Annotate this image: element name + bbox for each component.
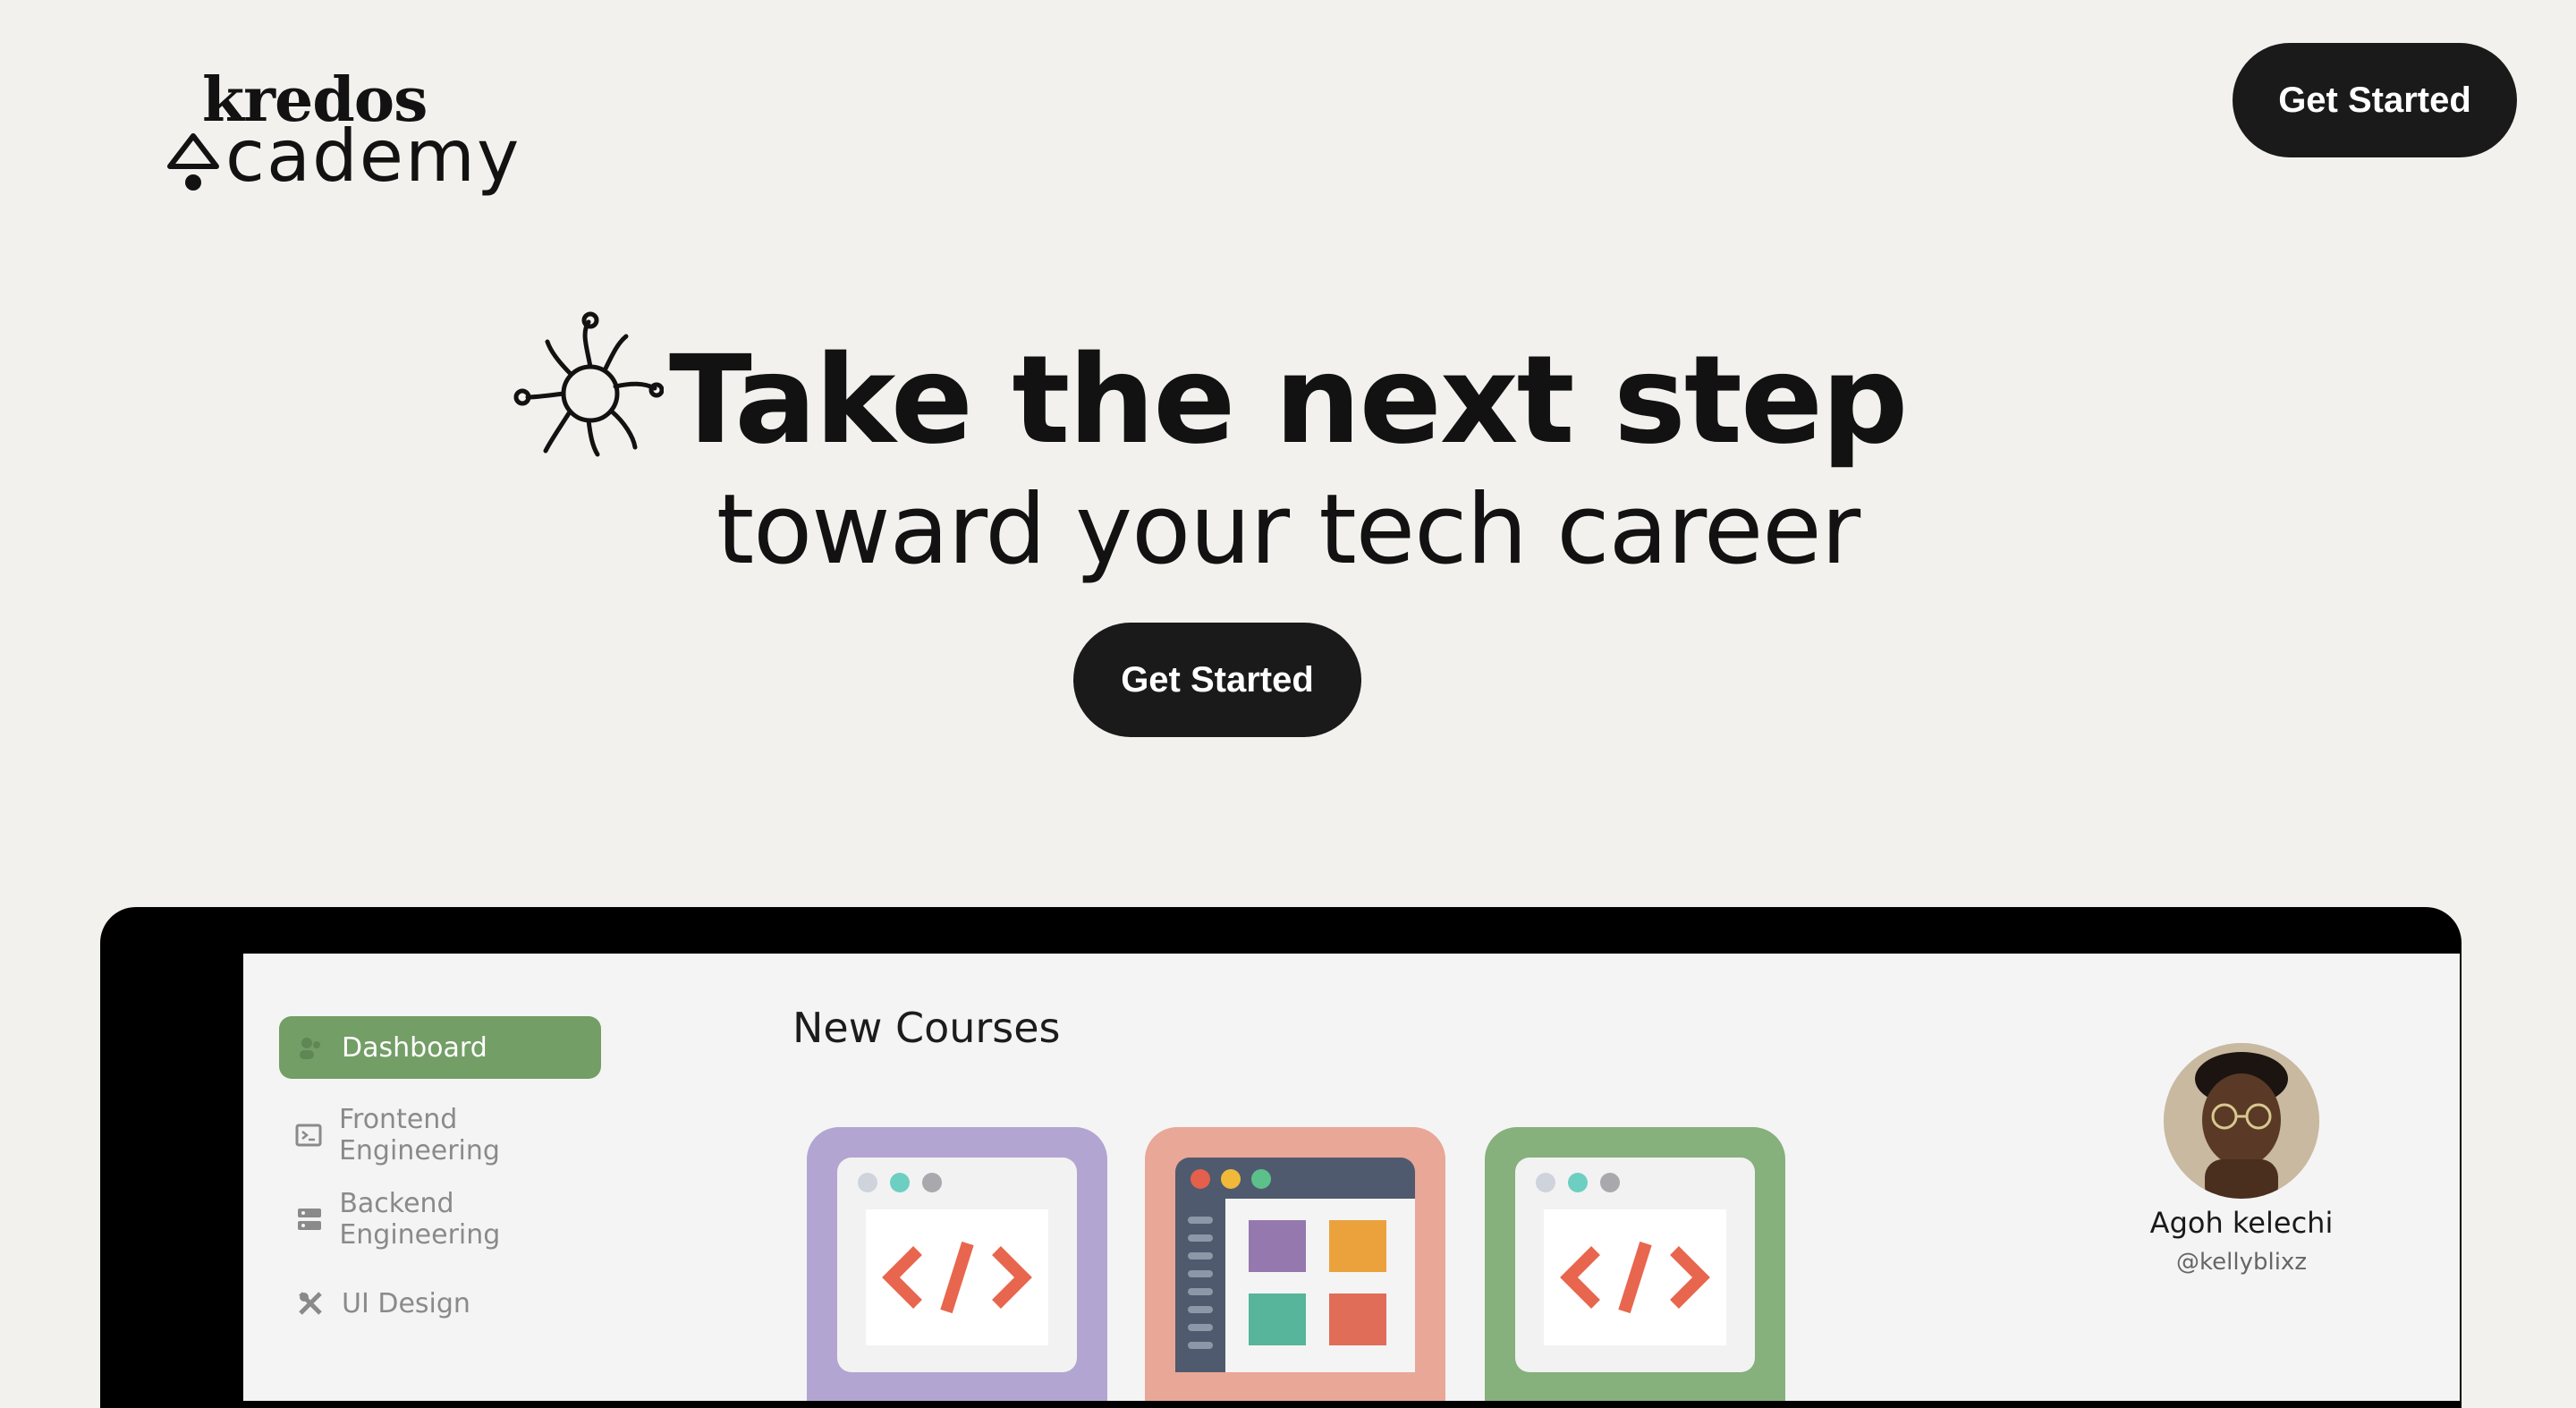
profile-name: Agoh kelechi bbox=[2149, 1206, 2334, 1240]
sidebar-item-frontend[interactable]: Frontend Engineering bbox=[279, 1104, 601, 1166]
server-icon bbox=[295, 1204, 323, 1234]
terminal-icon bbox=[295, 1120, 323, 1150]
brand-logo[interactable]: kredos cademy bbox=[165, 68, 519, 202]
layout-window-icon bbox=[1175, 1158, 1415, 1372]
logo-triangle-icon bbox=[167, 133, 219, 191]
code-window-icon bbox=[837, 1158, 1077, 1372]
dashboard-icon bbox=[295, 1032, 326, 1063]
sidebar-item-backend[interactable]: Backend Engineering bbox=[279, 1188, 601, 1251]
sidebar-item-label: Backend Engineering bbox=[339, 1188, 501, 1251]
course-card-code-2[interactable] bbox=[1485, 1127, 1785, 1401]
course-card-code-1[interactable] bbox=[807, 1127, 1107, 1401]
dashboard-preview: Dashboard Frontend Engineering Backend E… bbox=[243, 954, 2460, 1401]
sidebar-item-dashboard[interactable]: Dashboard bbox=[279, 1016, 601, 1079]
avatar[interactable] bbox=[2164, 1043, 2319, 1199]
profile-handle: @kellyblixz bbox=[2176, 1249, 2307, 1276]
design-tools-icon bbox=[295, 1288, 326, 1319]
code-window-icon bbox=[1515, 1158, 1755, 1372]
header-get-started-button[interactable]: Get Started bbox=[2233, 43, 2517, 157]
sidebar-item-label: Frontend Engineering bbox=[338, 1104, 500, 1166]
user-profile[interactable]: Agoh kelechi @kellyblixz bbox=[2063, 1043, 2420, 1276]
sidebar-item-label: UI Design bbox=[342, 1287, 470, 1319]
sidebar-item-label: Dashboard bbox=[342, 1031, 487, 1064]
brand-name-bottom: cademy bbox=[225, 115, 521, 198]
hero-title: Take the next step bbox=[669, 330, 1908, 471]
hero-subtitle: toward your tech career bbox=[716, 474, 1860, 586]
sparkle-doodle-icon bbox=[513, 311, 664, 457]
new-courses-heading: New Courses bbox=[792, 1004, 1061, 1052]
sidebar-item-ui-design[interactable]: UI Design bbox=[279, 1272, 601, 1335]
hero-get-started-button[interactable]: Get Started bbox=[1073, 623, 1361, 737]
course-card-layout[interactable] bbox=[1145, 1127, 1445, 1401]
